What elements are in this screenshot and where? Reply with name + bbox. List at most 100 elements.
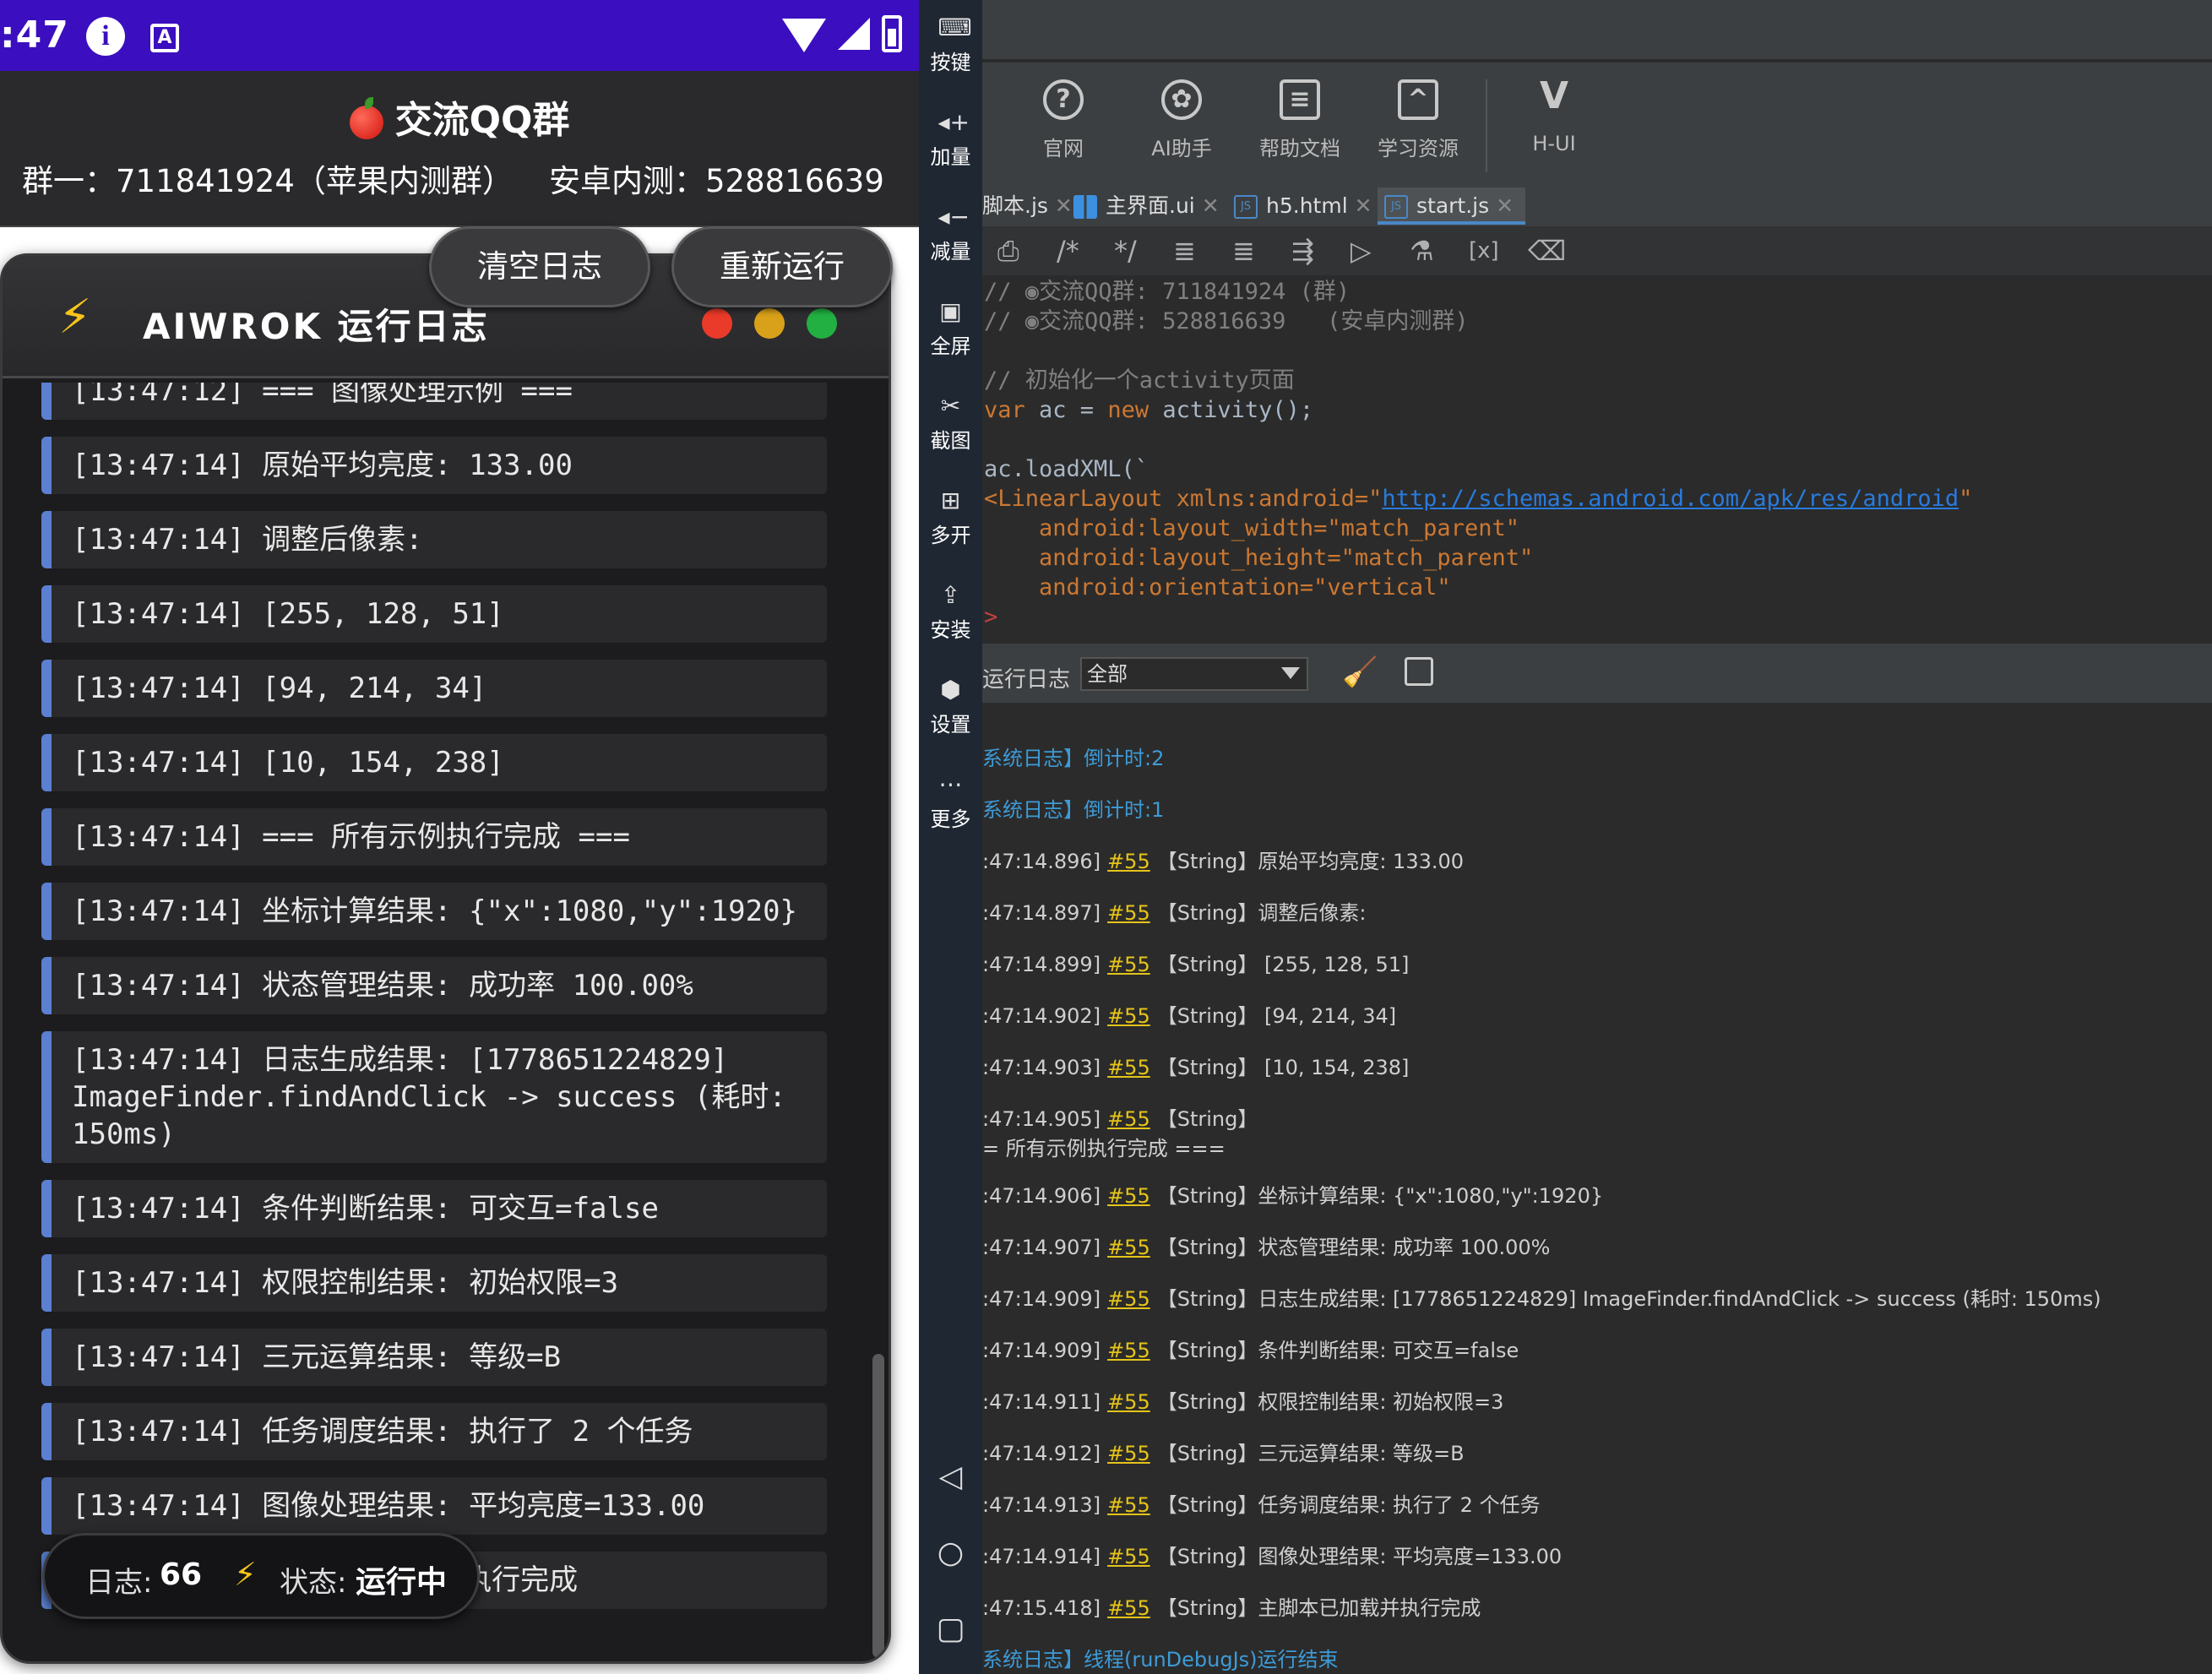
console-output[interactable]: 系统日志】倒计时:2 系统日志】倒计时:1:47:14.896] #55 【Strin… [982, 703, 2212, 1674]
side-tool-apk-install[interactable]: ⇪ 安装 [919, 584, 982, 643]
grid-icon [1073, 195, 1097, 219]
tab-main-ui[interactable]: 主界面.ui ✕ [1073, 188, 1220, 225]
close-icon[interactable]: ✕ [1496, 193, 1514, 218]
console-toolbar: 运行日志 全部 🧹 [982, 642, 2212, 703]
line-number-link[interactable]: #55 [1107, 1545, 1150, 1568]
learning-resources-button[interactable]: ^ 学习资源 [1367, 79, 1469, 161]
side-tool-keyboard[interactable]: ⌨ 按键 [919, 16, 982, 75]
tab-script-js[interactable]: 脚本.js ✕ [982, 188, 1073, 225]
log-entry: [13:47:14] [94, 214, 34] [41, 660, 827, 717]
wrap-icon[interactable]: ⇶ [1291, 235, 1314, 267]
line-number-link[interactable]: #55 [1107, 1236, 1150, 1259]
status-icons [782, 15, 902, 52]
clear-log-button[interactable]: 清空日志 [429, 226, 650, 307]
ide-title-area [982, 0, 2212, 61]
line-number-link[interactable]: #55 [1107, 953, 1150, 976]
side-tool-label: 按键 [930, 51, 971, 74]
log-entry: [13:47:12] === 图像处理示例 === [41, 383, 827, 420]
red-dot-icon [702, 308, 732, 339]
console-line: :47:14.907] #55 【String】状态管理结果: 成功率 100.00… [982, 1236, 1551, 1259]
side-tool-label: 减量 [930, 240, 971, 264]
back-icon[interactable]: ◁ [919, 1459, 982, 1494]
h-ui-button[interactable]: V H-UI [1503, 74, 1605, 156]
log-entry: [13:47:14] 图像处理结果: 平均亮度=133.00 [41, 1477, 827, 1535]
side-tool-label: 截图 [930, 429, 971, 453]
recents-icon[interactable]: ▢ [919, 1611, 982, 1646]
side-tool-label: 安装 [930, 618, 971, 642]
scrollbar-thumb[interactable] [872, 1354, 884, 1658]
js-file-icon: JS [1384, 195, 1408, 219]
broom-icon[interactable]: 🧹 [1342, 655, 1378, 689]
side-tool-more[interactable]: ⋯ 更多 [919, 770, 982, 832]
status-pill: 日志: 66 ⚡ 状态: 运行中 [42, 1533, 480, 1619]
uncomment-icon[interactable]: */ [1114, 235, 1137, 267]
side-tool-label: 设置 [930, 713, 971, 736]
side-tool-multi-window[interactable]: ⊞ 多开 [919, 486, 982, 548]
close-icon[interactable]: ✕ [1202, 193, 1220, 218]
log-entry: [13:47:14] 日志生成结果: [1778651224829] Image… [41, 1031, 827, 1163]
help-docs-button[interactable]: ≡ 帮助文档 [1249, 79, 1351, 161]
log-entry: [13:47:14] [10, 154, 238] [41, 734, 827, 791]
rerun-button[interactable]: 重新运行 [671, 226, 893, 307]
close-icon[interactable]: ✕ [1355, 193, 1372, 218]
console-line: :47:14.896] #55 【String】原始平均亮度: 133.00 [982, 850, 1465, 873]
qq-group-1: 群一：711841924（苹果内测群） [22, 163, 514, 199]
console-line: :47:14.909] #55 【String】日志生成结果: [177865122… [982, 1287, 2101, 1311]
console-system-line: 系统日志】线程(runDebugJs)运行结束 [982, 1648, 1339, 1671]
line-number-link[interactable]: #55 [1107, 1184, 1150, 1208]
tab-h5-html[interactable]: JS h5.html ✕ [1234, 188, 1372, 225]
lightning-icon: ⚡ [58, 290, 92, 345]
document-icon: ≡ [1280, 79, 1320, 120]
ai-icon: ✿ [1161, 79, 1202, 120]
tab-start-js[interactable]: JS start.js ✕ [1378, 188, 1526, 225]
line-number-link[interactable]: #55 [1107, 1004, 1150, 1028]
line-number-link[interactable]: #55 [1107, 1287, 1150, 1311]
line-number-link[interactable]: #55 [1107, 1056, 1150, 1079]
side-tool-volume-up[interactable]: ◂+ 加量 [919, 111, 982, 170]
line-number-link[interactable]: #55 [1107, 1442, 1150, 1465]
line-number-link[interactable]: #55 [1107, 1339, 1150, 1362]
qq-title: 交流QQ群 [0, 90, 919, 144]
variable-icon[interactable]: [x] [1469, 238, 1499, 264]
line-number-link[interactable]: #55 [1107, 1390, 1150, 1414]
side-tool-volume-down[interactable]: ◂− 减量 [919, 205, 982, 264]
format-icon[interactable]: ⎙ [997, 235, 1019, 268]
log-filter-select[interactable]: 全部 [1080, 657, 1308, 691]
status-time: :47 [0, 14, 69, 57]
side-tool-settings[interactable]: ⬢ 设置 [919, 678, 982, 737]
clear-icon[interactable]: ⌫ [1528, 235, 1566, 267]
comment-icon[interactable]: /* [1057, 235, 1079, 267]
code-editor[interactable]: // ◉交流QQ群: 711841924 (群) // ◉交流QQ群: 5288… [982, 275, 2212, 640]
close-icon[interactable]: ✕ [1055, 193, 1073, 218]
line-number-link[interactable]: #55 [1107, 901, 1150, 925]
flask-icon[interactable]: ⚗ [1410, 235, 1434, 267]
home-icon[interactable]: ○ [919, 1535, 982, 1570]
run-icon[interactable]: ▷ [1351, 235, 1372, 267]
state-value: 运行中 [356, 1565, 448, 1600]
schema-link[interactable]: http://schemas.android.com/apk/res/andro… [1382, 486, 1959, 512]
more-icon: ⋯ [938, 770, 963, 798]
line-number-link[interactable]: #55 [1107, 1107, 1150, 1131]
log-entry: [13:47:14] 三元运算结果: 等级=B [41, 1329, 827, 1386]
line-number-link[interactable]: #55 [1107, 1493, 1150, 1517]
console-system-line: 系统日志】倒计时:1 [982, 798, 1165, 822]
line-number-link[interactable]: #55 [1107, 1596, 1150, 1620]
ai-assistant-button[interactable]: ✿ AI助手 [1131, 79, 1232, 161]
outdent-icon[interactable]: ≣ [1232, 235, 1255, 267]
indent-icon[interactable]: ≣ [1173, 235, 1196, 267]
ide-window: ? 官网 ✿ AI助手 ≡ 帮助文档 ^ 学习资源 V H-UI 脚本.js ✕ 主界面.u… [982, 0, 2212, 1674]
side-tool-scissors[interactable]: ✂ 截图 [919, 394, 982, 454]
log-panel: ⚡ AIWROK 运行日志 [13:47:12] === 图像处理示例 ===[… [0, 253, 891, 1664]
console-line: :47:14.897] #55 【String】调整后像素: [982, 901, 1367, 925]
log-entry: [13:47:14] 坐标计算结果: {"x":1080,"y":1920} [41, 883, 827, 940]
expand-icon[interactable] [1405, 657, 1433, 686]
multi-window-icon: ⊞ [940, 486, 961, 514]
line-number-link[interactable]: #55 [1107, 850, 1150, 873]
log-list[interactable]: [13:47:12] === 图像处理示例 === [13:47:14] 原始平均… [41, 383, 827, 1633]
side-tool-fullscreen[interactable]: ▣ 全屏 [919, 300, 982, 359]
log-count-value: 66 [160, 1557, 203, 1592]
emulator-toolbar: ⌨ 按键 ◂+ 加量 ◂− 减量 ▣ 全屏 ✂ 截图 ⊞ 多开 ⇪ 安装 ⬢ 设置 ⋯ 更多 ◁ ○ ▢ [919, 0, 982, 1674]
official-site-button[interactable]: ? 官网 [1013, 79, 1114, 161]
log-entry: [13:47:14] === 所有示例执行完成 === [41, 808, 827, 866]
h-ui-logo-icon: V [1539, 74, 1569, 117]
